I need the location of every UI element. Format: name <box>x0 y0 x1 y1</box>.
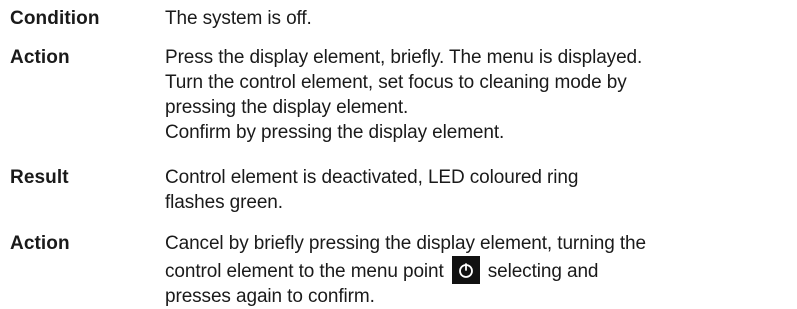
content-line: pressing the display element. <box>165 97 409 118</box>
content-line: Press the display element, briefly. The … <box>165 47 643 68</box>
content-line-with-icon: control element to the menu point selecti… <box>165 256 790 284</box>
row-content: Cancel by briefly pressing the display e… <box>165 231 790 309</box>
content-text: selecting and <box>487 261 599 282</box>
row-content: Control element is deactivated, LED colo… <box>165 165 790 215</box>
content-line: Confirm by pressing the display element. <box>165 122 505 143</box>
row-label: Result <box>10 167 69 188</box>
content-line: Cancel by briefly pressing the display e… <box>165 233 646 254</box>
content-line: presses again to confirm. <box>165 286 375 307</box>
content-line: Control element is deactivated, LED colo… <box>165 167 579 188</box>
row-label: Condition <box>10 8 100 29</box>
row-content: Press the display element, briefly. The … <box>165 45 790 145</box>
row-content: The system is off. <box>165 6 790 31</box>
power-off-icon <box>451 256 480 284</box>
content-text: control element to the menu point <box>165 261 444 282</box>
row-label: Action <box>10 233 70 254</box>
content-line: flashes green. <box>165 192 283 213</box>
content-line: Turn the control element, set focus to c… <box>165 72 627 93</box>
content-line: The system is off. <box>165 8 312 29</box>
row-label: Action <box>10 47 70 68</box>
